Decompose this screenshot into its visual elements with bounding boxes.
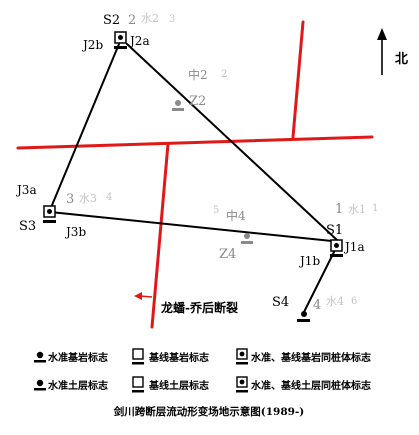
s4-ghost: 6 [351, 296, 357, 307]
network-lines [49, 43, 338, 313]
legend-item-baseline-soil: 基线土层标志 [132, 376, 209, 393]
z4-cn: 中4 [226, 208, 246, 223]
s1-j1a: J1a [343, 240, 365, 254]
svg-text:基线土层标志: 基线土层标志 [148, 379, 209, 392]
s3-name: S3 [19, 219, 36, 234]
baseline-bedrock-icon [132, 348, 144, 360]
s2-num: 2 [128, 13, 136, 28]
s4-num: 4 [313, 298, 321, 313]
svg-text:水准基岩标志: 水准基岩标志 [47, 351, 108, 364]
z2-cn: 中2 [188, 67, 208, 82]
s4-name: S4 [272, 295, 289, 310]
line-s3-s1 [49, 211, 333, 242]
legend-item-combined-soil: 水准、基线土层同桩体标志 [236, 376, 371, 393]
line-s2-s3 [49, 43, 120, 211]
s2-cn: 水2 [141, 12, 159, 25]
svg-text:水准土层标志: 水准土层标志 [47, 379, 108, 392]
level-mark-icon [244, 233, 250, 239]
level-bedrock-icon [36, 351, 44, 359]
z4-ghost: 5 [213, 205, 219, 216]
legend-item-level-soil: 水准土层标志 [34, 379, 108, 392]
s3-cn: 水3 [79, 192, 97, 205]
fault-east-west [16, 135, 374, 150]
s4-cn: 水4 [326, 295, 344, 308]
legend-item-level-bedrock: 水准基岩标志 [34, 351, 108, 364]
level-mark-icon [175, 100, 181, 106]
station-s4: S4 4 水4 6 [272, 295, 357, 322]
s1-cn: 水1 [348, 203, 366, 216]
z2-ghost: 2 [221, 69, 227, 80]
fault-upper-vertical [291, 20, 305, 139]
s3-ghost: 4 [106, 192, 112, 203]
s3-j3a: J3a [15, 183, 37, 197]
s3-j3b: J3b [64, 225, 86, 239]
legend: 水准基岩标志 基线基岩标志 水准、基线基岩同桩体标志 水准土层标志 基线土层标志 [34, 348, 371, 393]
fault-arrow [134, 292, 153, 300]
s1-name: S1 [326, 223, 343, 238]
s2-j2a: J2a [128, 34, 150, 48]
s2-ghost: 3 [169, 14, 175, 25]
svg-text:水准、基线基岩同桩体标志: 水准、基线基岩同桩体标志 [250, 351, 371, 364]
svg-text:基线基岩标志: 基线基岩标志 [148, 351, 209, 364]
north-arrow-icon [377, 28, 387, 75]
legend-item-combined-bedrock: 水准、基线基岩同桩体标志 [236, 348, 371, 365]
level-mark-icon [301, 311, 307, 317]
z4-name: Z4 [219, 247, 236, 262]
s2-name: S2 [103, 13, 120, 28]
z2-name: Z2 [189, 94, 206, 109]
s3-num: 3 [66, 192, 74, 207]
north-label: 北 [395, 52, 408, 67]
figure-caption: 剑川跨断层流动形变场地示意图(1989-) [113, 405, 305, 418]
station-s1: 1 水1 1 S1 J1a J1b [298, 202, 378, 268]
fault-label: 龙蟠-乔后断裂 [161, 300, 238, 315]
s2-j2b: J2b [81, 38, 103, 52]
station-z4: 5 中4 Z4 [213, 205, 253, 262]
s1-num: 1 [335, 202, 343, 217]
station-s3: J3a 3 水3 4 S3 J3b [15, 183, 112, 239]
level-soil-icon [36, 379, 44, 387]
legend-item-baseline-bedrock: 基线基岩标志 [132, 348, 209, 365]
s1-ghost: 1 [372, 203, 378, 214]
station-z2: 中2 2 Z2 [172, 67, 227, 111]
svg-text:水准、基线土层同桩体标志: 水准、基线土层同桩体标志 [250, 379, 371, 392]
baseline-soil-icon [132, 376, 144, 388]
s1-j1b: J1b [298, 254, 320, 268]
fault-lower-vertical [150, 142, 170, 329]
